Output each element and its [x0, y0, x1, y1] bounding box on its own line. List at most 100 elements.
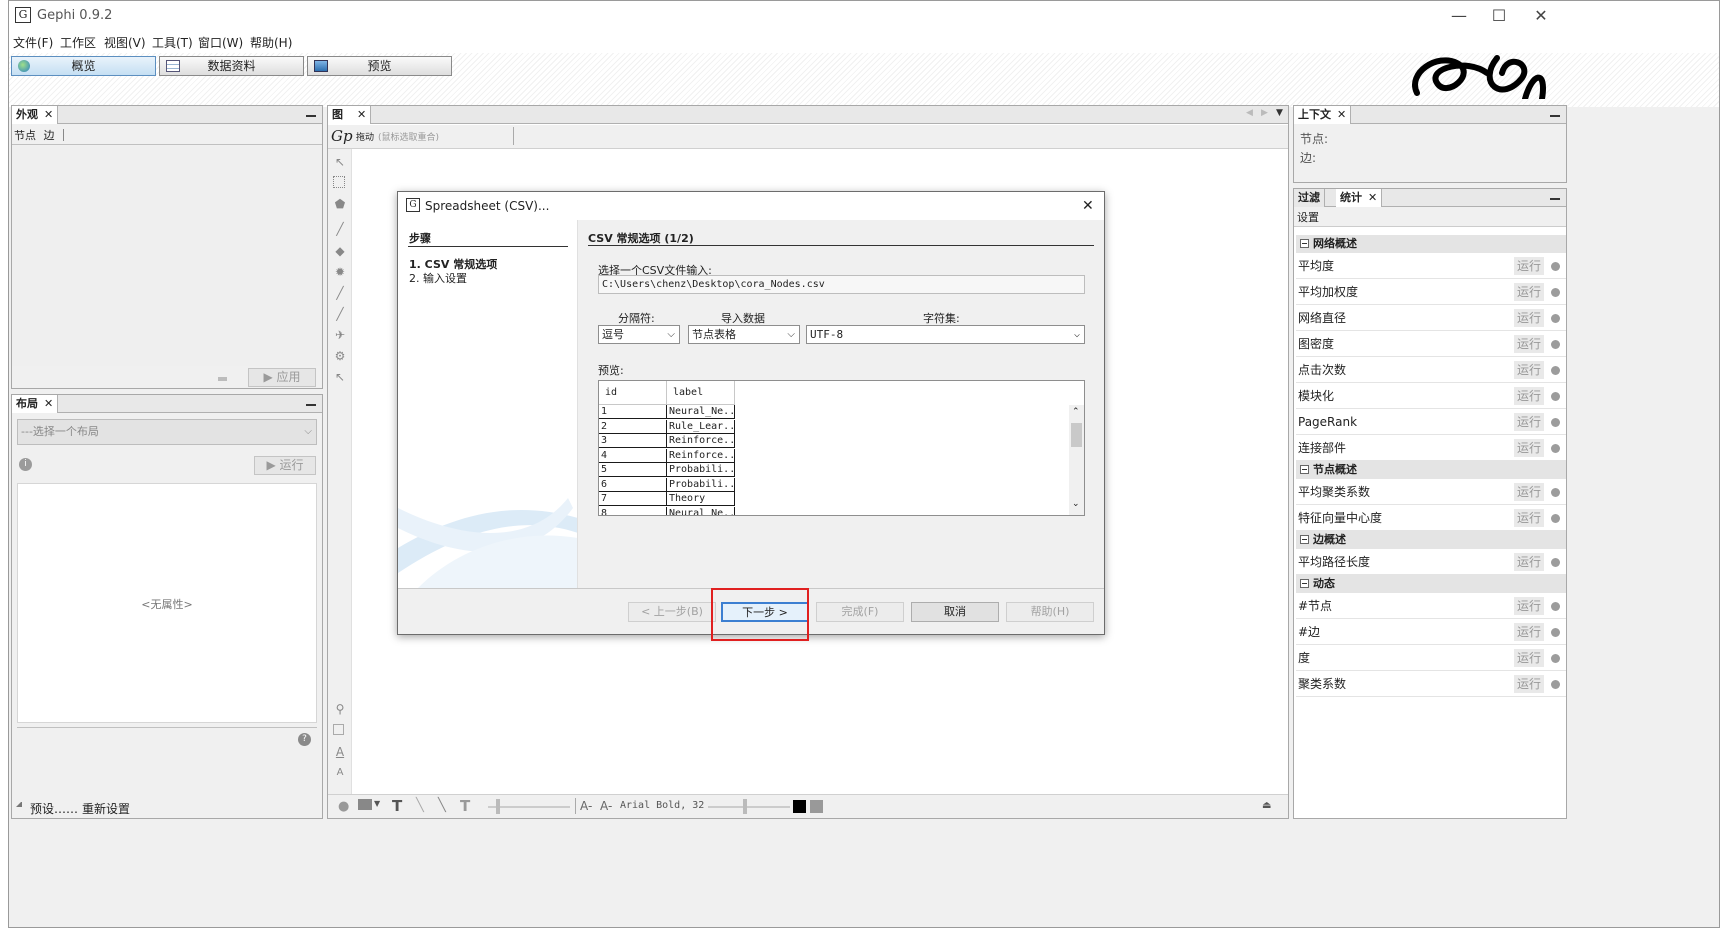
size-slider-track[interactable] — [488, 806, 570, 808]
stat-report-icon[interactable] — [1551, 514, 1560, 523]
font-icon[interactable]: A — [333, 745, 347, 759]
nodes-subtab[interactable]: 节点 — [14, 129, 36, 142]
pencil-icon[interactable]: ╱ — [333, 286, 347, 300]
statistics-tab[interactable]: 统计 ✕ — [1336, 189, 1383, 207]
menu-file[interactable]: 文件(F) — [13, 34, 53, 51]
lock-icon[interactable]: ⏏ — [1262, 800, 1271, 811]
paint-bucket-icon[interactable]: ◆ — [333, 244, 347, 258]
heat-graph-icon[interactable]: ⚙ — [333, 349, 347, 363]
help-icon[interactable]: ? — [298, 733, 311, 746]
stat-run-button[interactable]: 运行 — [1514, 257, 1544, 275]
minimize-panel-icon[interactable] — [306, 115, 316, 117]
lightbulb-icon[interactable]: ● — [338, 799, 349, 814]
font-slider-handle[interactable] — [743, 799, 747, 814]
edit-icon[interactable]: ↖ — [333, 370, 347, 384]
collapse-icon[interactable] — [1300, 465, 1309, 474]
scroll-left-icon[interactable]: ◀ — [1246, 108, 1253, 118]
stat-run-button[interactable]: 运行 — [1514, 283, 1544, 301]
tab-list-icon[interactable]: ▼ — [1276, 108, 1283, 118]
edge-pencil-icon[interactable]: ╱ — [333, 307, 347, 321]
data-lab-mode-button[interactable]: 数据资料 — [159, 56, 304, 76]
stat-group-header[interactable]: 节点概述 — [1296, 461, 1566, 479]
separator-select[interactable]: 逗号 ⌵ — [598, 325, 680, 344]
close-icon[interactable]: ✕ — [1368, 191, 1377, 204]
stat-group-header[interactable]: 网络概述 — [1296, 235, 1566, 253]
color-swatch[interactable] — [793, 800, 806, 813]
size-icon[interactable]: ✹ — [333, 265, 347, 279]
stat-run-button[interactable]: 运行 — [1514, 483, 1544, 501]
stat-report-icon[interactable] — [1551, 602, 1560, 611]
presets-button[interactable]: 预设…… — [30, 800, 78, 817]
stat-report-icon[interactable] — [1551, 680, 1560, 689]
file-path-field[interactable]: C:\Users\chenz\Desktop\cora_Nodes.csv — [598, 275, 1085, 294]
finish-button[interactable]: 完成(F) — [816, 602, 904, 622]
font-increase-icon[interactable]: A- — [600, 799, 612, 813]
back-button[interactable]: < 上一步(B) — [628, 602, 716, 622]
apply-button[interactable]: ▶ 应用 — [248, 368, 316, 387]
overview-mode-button[interactable]: 概览 — [11, 56, 156, 76]
menu-tools[interactable]: 工具(T) — [152, 34, 193, 51]
stat-run-button[interactable]: 运行 — [1514, 675, 1544, 693]
charset-select[interactable]: UTF-8 ⌵ — [806, 325, 1085, 344]
preview-mode-button[interactable]: 预览 — [307, 56, 452, 76]
scroll-up-icon[interactable]: ⌃ — [1072, 407, 1080, 417]
brush-icon[interactable]: ╱ — [333, 222, 347, 236]
camera-dropdown-icon[interactable]: ▼ — [374, 799, 380, 808]
stat-report-icon[interactable] — [1551, 314, 1560, 323]
close-icon[interactable]: ✕ — [1337, 108, 1346, 121]
node-label-icon[interactable]: T — [392, 797, 402, 815]
collapse-icon[interactable] — [218, 377, 227, 381]
edge-label-icon[interactable]: ╲ — [416, 798, 424, 813]
dialog-close-button[interactable]: ✕ — [1082, 192, 1094, 220]
maximize-button[interactable]: ☐ — [1479, 5, 1519, 27]
stat-report-icon[interactable] — [1551, 418, 1560, 427]
stat-run-button[interactable]: 运行 — [1514, 413, 1544, 431]
preview-scrollbar[interactable]: ⌃ ⌄ — [1069, 405, 1084, 515]
info-icon[interactable]: i — [19, 458, 32, 471]
import-data-select[interactable]: 节点表格 ⌵ — [688, 325, 800, 344]
stat-run-button[interactable]: 运行 — [1514, 553, 1544, 571]
menu-window[interactable]: 窗口(W) — [198, 34, 243, 51]
stat-report-icon[interactable] — [1551, 488, 1560, 497]
text-size-icon[interactable]: T — [460, 797, 470, 815]
collapse-icon[interactable] — [1300, 239, 1309, 248]
rect-select-icon[interactable] — [333, 176, 345, 188]
stat-report-icon[interactable] — [1551, 262, 1560, 271]
minimize-panel-icon[interactable] — [306, 404, 316, 406]
help-button[interactable]: 帮助(H) — [1006, 602, 1094, 622]
screenshot-icon[interactable] — [810, 800, 823, 813]
close-button[interactable]: ✕ — [1521, 5, 1561, 27]
stat-run-button[interactable]: 运行 — [1514, 649, 1544, 667]
shortest-path-icon[interactable]: ✈ — [333, 328, 347, 342]
edge-weight-icon[interactable]: ╲ — [438, 798, 446, 813]
close-icon[interactable]: ✕ — [44, 397, 53, 410]
stat-run-button[interactable]: 运行 — [1514, 623, 1544, 641]
stat-report-icon[interactable] — [1551, 288, 1560, 297]
stat-report-icon[interactable] — [1551, 558, 1560, 567]
layout-tab[interactable]: 布局 ✕ — [12, 395, 59, 413]
layout-select[interactable]: ---选择一个布局 ⌵ — [17, 419, 317, 445]
edges-subtab[interactable]: 边 — [44, 129, 55, 142]
stat-report-icon[interactable] — [1551, 392, 1560, 401]
font-name[interactable]: Arial Bold, 32 — [620, 800, 704, 811]
run-layout-button[interactable]: ▶ 运行 — [254, 456, 316, 475]
font-decrease-icon[interactable]: A- — [580, 799, 592, 813]
close-icon[interactable]: ✕ — [357, 108, 366, 121]
pointer-tool-icon[interactable]: ↖ — [333, 155, 347, 169]
stat-report-icon[interactable] — [1551, 366, 1560, 375]
minimize-panel-icon[interactable] — [1550, 115, 1560, 117]
stat-run-button[interactable]: 运行 — [1514, 361, 1544, 379]
stat-run-button[interactable]: 运行 — [1514, 335, 1544, 353]
font-slider-track[interactable] — [708, 806, 790, 808]
stat-report-icon[interactable] — [1551, 444, 1560, 453]
stat-run-button[interactable]: 运行 — [1514, 597, 1544, 615]
reset-button[interactable]: 重新设置 — [82, 800, 130, 817]
collapse-icon[interactable] — [1300, 535, 1309, 544]
menu-view[interactable]: 视图(V) — [104, 34, 146, 51]
menu-help[interactable]: 帮助(H) — [250, 34, 292, 51]
collapse-icon[interactable] — [1300, 579, 1309, 588]
camera-icon[interactable] — [358, 799, 372, 810]
stat-run-button[interactable]: 运行 — [1514, 439, 1544, 457]
stat-report-icon[interactable] — [1551, 340, 1560, 349]
scrollbar-thumb[interactable] — [1071, 423, 1082, 447]
